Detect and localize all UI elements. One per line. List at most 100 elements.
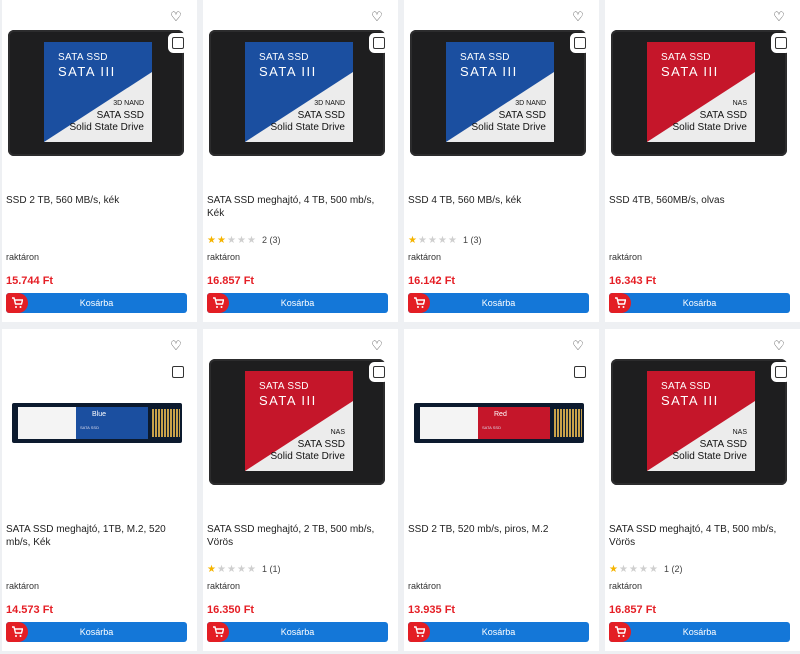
add-to-cart-button[interactable]: Kosárba xyxy=(408,622,589,642)
heart-icon[interactable]: ♡ xyxy=(370,339,384,353)
product-image[interactable]: SATA SSD SATA III NAS SATA SSD Solid Sta… xyxy=(611,30,787,158)
product-image[interactable]: Red SATA SSD xyxy=(410,359,586,487)
product-price: 14.573 Ft xyxy=(6,604,54,616)
compare-checkbox[interactable] xyxy=(574,366,586,378)
compare-checkbox[interactable] xyxy=(172,37,184,49)
heart-icon[interactable]: ♡ xyxy=(571,339,585,353)
heart-icon[interactable]: ♡ xyxy=(169,339,183,353)
product-card[interactable]: ♡ SATA SSD SATA III NAS SATA SSD Solid S… xyxy=(203,329,398,651)
product-image[interactable]: SATA SSD SATA III NAS SATA SSD Solid Sta… xyxy=(611,359,787,487)
star-icon: ★ xyxy=(629,564,638,575)
product-price: 16.857 Ft xyxy=(207,275,255,287)
compare-checkbox[interactable] xyxy=(775,37,787,49)
star-icon: ★ xyxy=(428,235,437,246)
product-price: 16.350 Ft xyxy=(207,604,255,616)
rating-count: 1 (2) xyxy=(664,564,683,574)
heart-icon[interactable]: ♡ xyxy=(370,10,384,24)
stock-status: raktáron xyxy=(609,581,643,591)
star-icon: ★ xyxy=(438,235,447,246)
product-card[interactable]: ♡ SATA SSD SATA III 3D NAND SATA SSD Sol… xyxy=(2,0,197,322)
rating-stars: ★★★★★ xyxy=(207,235,257,246)
add-to-cart-button[interactable]: Kosárba xyxy=(207,293,388,313)
star-icon: ★ xyxy=(217,235,226,246)
product-card[interactable]: ♡ Red SATA SSD SSD 2 TB, 520 mb/s, piros… xyxy=(404,329,599,651)
rating: ★★★★★ 2 (3) xyxy=(207,235,281,247)
product-card[interactable]: ♡ SATA SSD SATA III NAS SATA SSD Solid S… xyxy=(605,329,800,651)
compare-checkbox[interactable] xyxy=(775,366,787,378)
star-icon: ★ xyxy=(227,564,236,575)
product-title[interactable]: SATA SSD meghajtó, 1TB, M.2, 520 mb/s, K… xyxy=(6,523,192,549)
add-to-cart-label: Kosárba xyxy=(682,298,717,308)
stock-status: raktáron xyxy=(6,581,40,591)
heart-icon[interactable]: ♡ xyxy=(169,10,183,24)
rating-count: 2 (3) xyxy=(262,235,281,245)
m2-ssd-image: Blue SATA SSD xyxy=(12,403,182,443)
rating: ★★★★★ 1 (3) xyxy=(408,235,482,247)
m2-ssd-image: Red SATA SSD xyxy=(414,403,584,443)
add-to-cart-label: Kosárba xyxy=(481,298,516,308)
star-icon: ★ xyxy=(609,564,618,575)
product-image[interactable]: SATA SSD SATA III NAS SATA SSD Solid Sta… xyxy=(209,359,385,487)
add-to-cart-label: Kosárba xyxy=(481,627,516,637)
compare-checkbox[interactable] xyxy=(373,366,385,378)
star-icon: ★ xyxy=(227,235,236,246)
stock-status: raktáron xyxy=(408,581,442,591)
ssd-drive-image: SATA SSD SATA III 3D NAND SATA SSD Solid… xyxy=(209,30,385,156)
product-price: 16.343 Ft xyxy=(609,275,657,287)
compare-checkbox[interactable] xyxy=(574,37,586,49)
star-icon: ★ xyxy=(639,564,648,575)
product-card[interactable]: ♡ SATA SSD SATA III 3D NAND SATA SSD Sol… xyxy=(404,0,599,322)
product-title[interactable]: SSD 2 TB, 520 mb/s, piros, M.2 xyxy=(408,523,594,536)
star-icon: ★ xyxy=(247,564,256,575)
stock-status: raktáron xyxy=(408,252,442,262)
stock-status: raktáron xyxy=(207,581,241,591)
product-image[interactable]: SATA SSD SATA III 3D NAND SATA SSD Solid… xyxy=(410,30,586,158)
add-to-cart-button[interactable]: Kosárba xyxy=(408,293,589,313)
product-card[interactable]: ♡ SATA SSD SATA III NAS SATA SSD Solid S… xyxy=(605,0,800,322)
star-icon: ★ xyxy=(207,235,216,246)
product-image[interactable]: Blue SATA SSD xyxy=(8,359,184,487)
rating-stars: ★★★★★ xyxy=(207,564,257,575)
product-title[interactable]: SSD 2 TB, 560 MB/s, kék xyxy=(6,194,192,207)
add-to-cart-button[interactable]: Kosárba xyxy=(6,293,187,313)
product-title[interactable]: SATA SSD meghajtó, 2 TB, 500 mb/s, Vörös xyxy=(207,523,393,549)
star-icon: ★ xyxy=(649,564,658,575)
product-image[interactable]: SATA SSD SATA III 3D NAND SATA SSD Solid… xyxy=(209,30,385,158)
star-icon: ★ xyxy=(217,564,226,575)
star-icon: ★ xyxy=(418,235,427,246)
star-icon: ★ xyxy=(237,564,246,575)
ssd-drive-image: SATA SSD SATA III NAS SATA SSD Solid Sta… xyxy=(611,30,787,156)
heart-icon[interactable]: ♡ xyxy=(772,339,786,353)
heart-icon[interactable]: ♡ xyxy=(571,10,585,24)
compare-checkbox[interactable] xyxy=(172,366,184,378)
heart-icon[interactable]: ♡ xyxy=(772,10,786,24)
product-grid: ♡ SATA SSD SATA III 3D NAND SATA SSD Sol… xyxy=(0,0,800,654)
product-price: 16.142 Ft xyxy=(408,275,456,287)
star-icon: ★ xyxy=(448,235,457,246)
rating-stars: ★★★★★ xyxy=(609,564,659,575)
add-to-cart-button[interactable]: Kosárba xyxy=(609,622,790,642)
product-card[interactable]: ♡ SATA SSD SATA III 3D NAND SATA SSD Sol… xyxy=(203,0,398,322)
ssd-drive-image: SATA SSD SATA III NAS SATA SSD Solid Sta… xyxy=(611,359,787,485)
product-title[interactable]: SATA SSD meghajtó, 4 TB, 500 mb/s, Vörös xyxy=(609,523,795,549)
product-title[interactable]: SSD 4TB, 560MB/s, olvas xyxy=(609,194,795,207)
rating-stars: ★★★★★ xyxy=(408,235,458,246)
rating-count: 1 (3) xyxy=(463,235,482,245)
add-to-cart-button[interactable]: Kosárba xyxy=(207,622,388,642)
add-to-cart-button[interactable]: Kosárba xyxy=(609,293,790,313)
star-icon: ★ xyxy=(408,235,417,246)
stock-status: raktáron xyxy=(207,252,241,262)
product-title[interactable]: SATA SSD meghajtó, 4 TB, 500 mb/s, Kék xyxy=(207,194,393,220)
star-icon: ★ xyxy=(237,235,246,246)
ssd-drive-image: SATA SSD SATA III 3D NAND SATA SSD Solid… xyxy=(410,30,586,156)
product-card[interactable]: ♡ Blue SATA SSD SATA SSD meghajtó, 1TB, … xyxy=(2,329,197,651)
product-image[interactable]: SATA SSD SATA III 3D NAND SATA SSD Solid… xyxy=(8,30,184,158)
ssd-drive-image: SATA SSD SATA III 3D NAND SATA SSD Solid… xyxy=(8,30,184,156)
product-price: 15.744 Ft xyxy=(6,275,54,287)
star-icon: ★ xyxy=(247,235,256,246)
ssd-drive-image: SATA SSD SATA III NAS SATA SSD Solid Sta… xyxy=(209,359,385,485)
compare-checkbox[interactable] xyxy=(373,37,385,49)
stock-status: raktáron xyxy=(609,252,643,262)
product-title[interactable]: SSD 4 TB, 560 MB/s, kék xyxy=(408,194,594,207)
add-to-cart-button[interactable]: Kosárba xyxy=(6,622,187,642)
